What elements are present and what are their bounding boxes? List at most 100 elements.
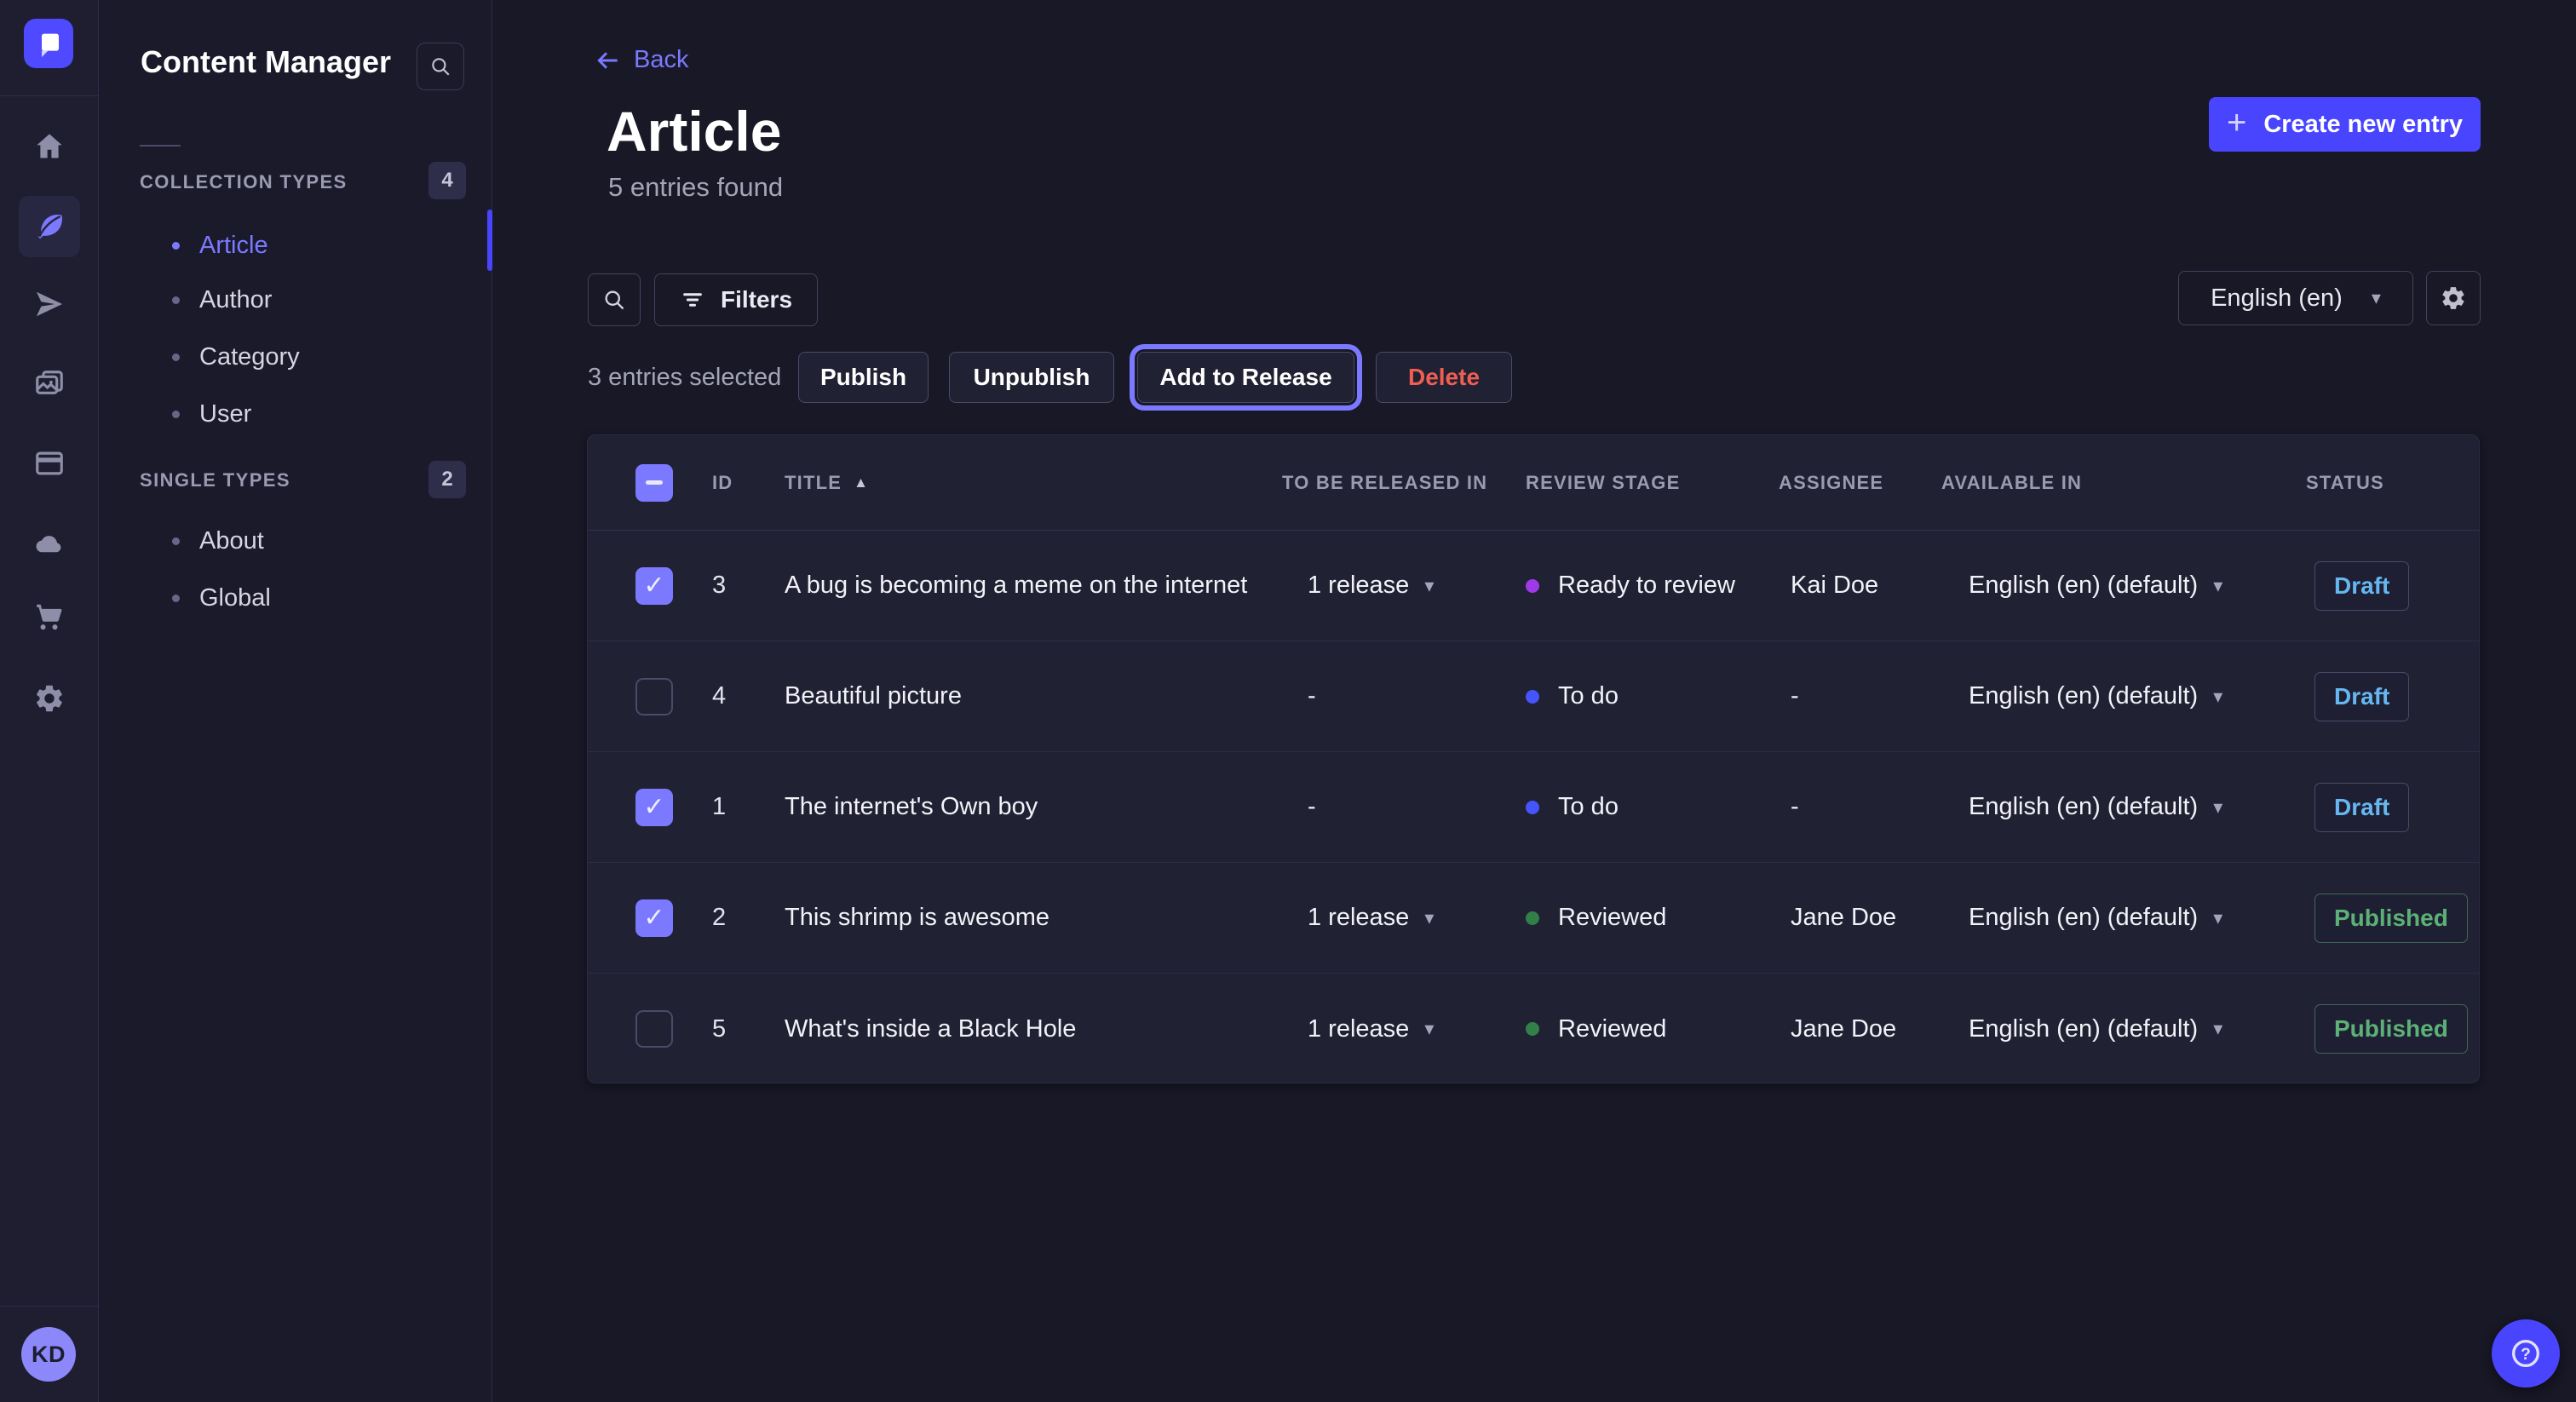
sidebar-item-user[interactable]: User [100, 390, 492, 438]
search-icon [602, 288, 626, 312]
sort-asc-icon: ▲ [854, 474, 869, 491]
select-all-checkbox[interactable] [635, 464, 673, 502]
stage-label: To do [1558, 793, 1619, 821]
cell-title: The internet's Own boy [785, 793, 1282, 821]
cell-locale[interactable]: English (en) (default) ▾ [1941, 1015, 2306, 1043]
bullet-icon [172, 537, 180, 545]
cell-locale[interactable]: English (en) (default) ▾ [1941, 572, 2306, 600]
sidebar-item-category[interactable]: Category [100, 333, 492, 381]
row-checkbox[interactable] [635, 899, 673, 937]
help-button[interactable]: ? [2492, 1319, 2560, 1388]
nav-rail: KD [0, 0, 99, 1402]
table-row[interactable]: 4 Beautiful picture - ▾ To do - English … [588, 641, 2479, 752]
status-badge: Draft [2314, 783, 2409, 832]
selected-count-text: 3 entries selected [588, 352, 781, 403]
cell-title: A bug is becoming a meme on the internet [785, 572, 1282, 600]
cell-id: 4 [712, 682, 785, 710]
stage-dot-icon [1526, 801, 1539, 814]
plus-icon: + [2227, 104, 2246, 142]
cell-locale[interactable]: English (en) (default) ▾ [1941, 682, 2306, 710]
entries-count: 5 entries found [608, 172, 783, 203]
stage-dot-icon [1526, 911, 1539, 925]
cell-review-stage: Reviewed [1526, 1015, 1779, 1043]
column-to-be-released-in: TO BE RELEASED IN [1282, 472, 1526, 494]
row-checkbox[interactable] [635, 789, 673, 826]
row-checkbox[interactable] [635, 678, 673, 715]
cell-release[interactable]: 1 release ▾ [1282, 904, 1526, 932]
sidebar-search-button[interactable] [417, 43, 464, 90]
cell-id: 2 [712, 904, 785, 932]
stage-label: Reviewed [1558, 904, 1666, 932]
stage-label: Reviewed [1558, 1015, 1666, 1043]
add-to-release-button[interactable]: Add to Release [1137, 352, 1354, 403]
status-badge: Published [2314, 1004, 2468, 1054]
content-manager-feather-icon[interactable] [19, 196, 80, 257]
sidebar-item-about[interactable]: About [100, 517, 492, 565]
cell-assignee: Jane Doe [1779, 1015, 1941, 1043]
row-checkbox[interactable] [635, 567, 673, 605]
sidebar-item-author[interactable]: Author [100, 276, 492, 324]
locale-select[interactable]: English (en) ▾ [2178, 271, 2413, 325]
cell-release[interactable]: 1 release ▾ [1282, 1015, 1526, 1043]
chevron-down-icon: ▾ [1424, 575, 1434, 597]
create-new-entry-button[interactable]: + Create new entry [2209, 97, 2481, 152]
cell-locale[interactable]: English (en) (default) ▾ [1941, 793, 2306, 821]
unpublish-button[interactable]: Unpublish [949, 352, 1114, 403]
stage-label: Ready to review [1558, 572, 1735, 600]
cell-release[interactable]: 1 release ▾ [1282, 572, 1526, 600]
cell-id: 5 [712, 1015, 785, 1043]
stage-dot-icon [1526, 1022, 1539, 1036]
filter-icon [680, 287, 705, 313]
bullet-icon [172, 296, 180, 304]
cell-assignee: Jane Doe [1779, 904, 1941, 932]
cell-release[interactable]: - ▾ [1282, 682, 1526, 710]
marketplace-cart-icon[interactable] [19, 586, 80, 647]
settings-gear-icon[interactable] [19, 668, 80, 729]
chevron-down-icon: ▾ [2372, 287, 2381, 309]
main-content: Back Article 5 entries found + Create ne… [492, 0, 2576, 1402]
table-row[interactable]: 5 What's inside a Black Hole 1 release ▾… [588, 974, 2479, 1083]
section-single-types: SINGLE TYPES [140, 469, 290, 491]
cell-review-stage: Ready to review [1526, 572, 1779, 600]
cell-assignee: - [1779, 793, 1941, 821]
content-manager-sidebar: Content Manager COLLECTION TYPES 4 Artic… [100, 0, 492, 1402]
home-icon[interactable] [19, 116, 80, 177]
media-library-icon[interactable] [19, 353, 80, 415]
svg-text:?: ? [2521, 1346, 2531, 1364]
chevron-down-icon: ▾ [2213, 575, 2222, 597]
single-types-count-badge: 2 [428, 461, 466, 498]
user-avatar[interactable]: KD [21, 1327, 76, 1382]
sidebar-item-article[interactable]: Article [100, 221, 492, 269]
sidebar-divider [140, 145, 181, 147]
cell-locale[interactable]: English (en) (default) ▾ [1941, 904, 2306, 932]
table-row[interactable]: 2 This shrimp is awesome 1 release ▾ Rev… [588, 863, 2479, 974]
send-icon[interactable] [19, 273, 80, 335]
table-row[interactable]: 3 A bug is becoming a meme on the intern… [588, 531, 2479, 641]
cell-title: This shrimp is awesome [785, 904, 1282, 932]
chevron-down-icon: ▾ [2213, 1018, 2222, 1040]
row-checkbox[interactable] [635, 1010, 673, 1048]
filters-button[interactable]: Filters [654, 273, 818, 326]
stage-dot-icon [1526, 579, 1539, 593]
back-link[interactable]: Back [595, 46, 688, 74]
column-status: STATUS [2306, 472, 2480, 494]
sidebar-item-global[interactable]: Global [100, 574, 492, 622]
column-title[interactable]: TITLE ▲ [785, 472, 1282, 494]
column-available-in: AVAILABLE IN [1941, 472, 2306, 494]
list-search-button[interactable] [588, 273, 641, 326]
cloud-icon[interactable] [19, 513, 80, 574]
table-body: 3 A bug is becoming a meme on the intern… [588, 531, 2479, 1083]
bullet-icon [172, 353, 180, 361]
list-settings-button[interactable] [2426, 271, 2481, 325]
cell-id: 3 [712, 572, 785, 600]
status-badge: Published [2314, 893, 2468, 943]
layout-icon[interactable] [19, 433, 80, 494]
status-badge: Draft [2314, 672, 2409, 721]
rail-divider [0, 95, 98, 96]
table-row[interactable]: 1 The internet's Own boy - ▾ To do - Eng… [588, 752, 2479, 863]
delete-button[interactable]: Delete [1376, 352, 1512, 403]
bullet-icon [172, 411, 180, 418]
publish-button[interactable]: Publish [798, 352, 929, 403]
cell-release[interactable]: - ▾ [1282, 793, 1526, 821]
strapi-logo[interactable] [24, 19, 73, 68]
